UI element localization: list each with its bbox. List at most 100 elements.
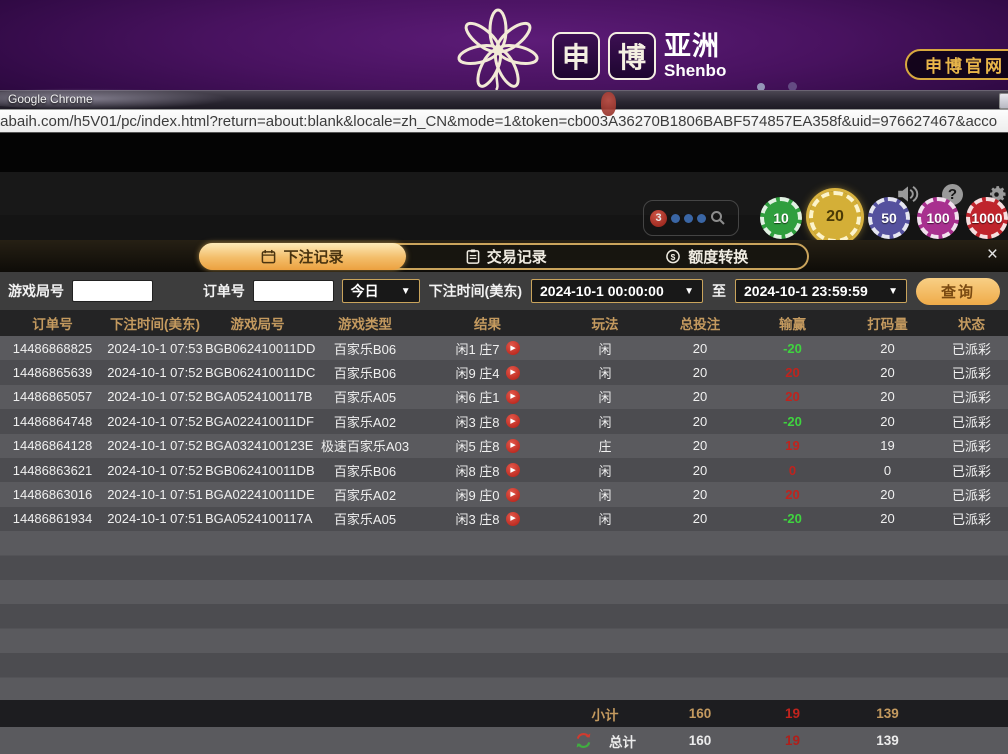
cell-valid-bet: 20 xyxy=(840,511,935,526)
start-time-dropdown[interactable]: 2024-10-1 00:00:00 ▼ xyxy=(531,279,703,303)
date-preset-dropdown[interactable]: 今日 ▼ xyxy=(342,279,420,303)
cell-total-bet: 20 xyxy=(655,341,745,356)
col-header-total-bet: 总投注 xyxy=(655,313,745,333)
cell-win-loss: -20 xyxy=(745,511,840,526)
tab-transaction-records[interactable]: 交易记录 xyxy=(406,245,607,268)
coin-icon: $ xyxy=(665,249,681,264)
search-button[interactable]: 查询 xyxy=(916,278,1000,305)
site-header: 申 博 亚洲 Shenbo 申博官网 xyxy=(0,0,1008,90)
close-icon[interactable]: × xyxy=(987,245,998,264)
cell-valid-bet: 20 xyxy=(840,414,935,429)
cell-result: 闲3 庄8▶ xyxy=(420,509,555,528)
replay-play-icon[interactable]: ▶ xyxy=(506,439,520,453)
cell-order-id: 14486863621 xyxy=(0,463,105,478)
url-text: tabaih.com/h5V01/pc/index.html?return=ab… xyxy=(0,113,997,130)
total-label: 总计 xyxy=(609,731,636,751)
replay-play-icon[interactable]: ▶ xyxy=(506,512,520,526)
total-valid-bet: 139 xyxy=(840,733,935,748)
tab-credit-transfer[interactable]: $ 额度转换 xyxy=(607,245,808,268)
table-row: 144868636212024-10-1 07:52BGB062410011DB… xyxy=(0,458,1008,482)
chevron-down-icon: ▼ xyxy=(401,286,411,297)
subtotal-win-loss: 19 xyxy=(745,706,840,721)
cell-bet-time: 2024-10-1 07:52 xyxy=(105,414,205,429)
cell-valid-bet: 19 xyxy=(840,438,935,453)
col-header-win-loss: 输赢 xyxy=(745,313,840,333)
col-header-play: 玩法 xyxy=(555,313,655,333)
table-row: 144868647482024-10-1 07:52BGA022410011DF… xyxy=(0,409,1008,433)
table-row: 144868688252024-10-1 07:53BGB062410011DD… xyxy=(0,336,1008,360)
logo-en-text: Shenbo xyxy=(664,62,726,79)
subtotal-total-bet: 160 xyxy=(655,706,745,721)
chevron-down-icon: ▼ xyxy=(684,286,694,297)
cell-order-id: 14486863016 xyxy=(0,487,105,502)
order-no-input[interactable] xyxy=(253,280,334,302)
table-row: 144868641282024-10-1 07:52BGA0324100123E… xyxy=(0,434,1008,458)
table-header-row: 订单号 下注时间(美东) 游戏局号 游戏类型 结果 玩法 总投注 输赢 打码量 … xyxy=(0,310,1008,336)
replay-play-icon[interactable]: ▶ xyxy=(506,463,520,477)
tab-bet-records[interactable]: 下注记录 xyxy=(199,243,406,270)
notice-widget[interactable]: 3 xyxy=(643,200,739,236)
cell-play: 闲 xyxy=(555,485,655,504)
start-time-value: 2024-10-1 00:00:00 xyxy=(540,283,664,299)
cell-bet-time: 2024-10-1 07:52 xyxy=(105,365,205,380)
cell-order-id: 14486864748 xyxy=(0,414,105,429)
cell-win-loss: -20 xyxy=(745,341,840,356)
cell-game-type: 百家乐A05 xyxy=(310,509,420,528)
cell-valid-bet: 0 xyxy=(840,463,935,478)
window-control-button[interactable] xyxy=(999,93,1008,109)
col-header-game-type: 游戏类型 xyxy=(310,313,420,333)
cell-bet-time: 2024-10-1 07:51 xyxy=(105,511,205,526)
cell-bet-time: 2024-10-1 07:52 xyxy=(105,463,205,478)
bet-chip-100[interactable]: 100 xyxy=(917,197,959,239)
table-body: 144868688252024-10-1 07:53BGB062410011DD… xyxy=(0,336,1008,531)
replay-play-icon[interactable]: ▶ xyxy=(506,341,520,355)
game-round-label: 游戏局号 xyxy=(8,281,64,301)
cell-win-loss: 20 xyxy=(745,365,840,380)
tab-group: 下注记录 交易记录 $ 额度转换 xyxy=(199,243,809,270)
bet-chip-1000[interactable]: 1000 xyxy=(966,197,1008,239)
replay-play-icon[interactable]: ▶ xyxy=(506,390,520,404)
cell-win-loss: 19 xyxy=(745,438,840,453)
replay-play-icon[interactable]: ▶ xyxy=(506,414,520,428)
cell-valid-bet: 20 xyxy=(840,487,935,502)
bet-chip-20[interactable]: 20 xyxy=(809,191,861,243)
refresh-icon[interactable] xyxy=(574,731,593,750)
cell-win-loss: 20 xyxy=(745,389,840,404)
replay-play-icon[interactable]: ▶ xyxy=(506,488,520,502)
browser-window-title: Google Chrome xyxy=(8,92,93,106)
cell-status: 已派彩 xyxy=(935,461,1008,480)
bet-chip-50[interactable]: 50 xyxy=(868,197,910,239)
subtotal-row: 小计 160 19 139 xyxy=(0,700,1008,727)
cell-status: 已派彩 xyxy=(935,485,1008,504)
cell-bet-time: 2024-10-1 07:52 xyxy=(105,389,205,404)
magnifier-icon[interactable] xyxy=(710,210,726,226)
replay-play-icon[interactable]: ▶ xyxy=(506,366,520,380)
cell-play: 闲 xyxy=(555,461,655,480)
bet-chip-10[interactable]: 10 xyxy=(760,197,802,239)
cell-order-id: 14486865057 xyxy=(0,389,105,404)
cell-game-type: 百家乐A02 xyxy=(310,412,420,431)
browser-url-bar[interactable]: tabaih.com/h5V01/pc/index.html?return=ab… xyxy=(0,109,1008,133)
cell-win-loss: 20 xyxy=(745,487,840,502)
cell-total-bet: 20 xyxy=(655,365,745,380)
clipboard-icon xyxy=(466,249,480,264)
records-modal: 下注记录 交易记录 $ 额度转换 × 游戏局号 xyxy=(0,240,1008,754)
cell-result: 闲9 庄4▶ xyxy=(420,363,555,382)
chip-rack: 1020501001000 xyxy=(760,197,1008,243)
cell-result: 闲6 庄1▶ xyxy=(420,387,555,406)
cell-game-type: 百家乐B06 xyxy=(310,339,420,358)
cell-order-id: 14486865639 xyxy=(0,365,105,380)
cell-round-id: BGB062410011DB xyxy=(205,463,310,478)
end-time-dropdown[interactable]: 2024-10-1 23:59:59 ▼ xyxy=(735,279,907,303)
cell-result: 闲1 庄7▶ xyxy=(420,339,555,358)
cell-game-type: 百家乐B06 xyxy=(310,461,420,480)
flower-logo-icon xyxy=(452,6,544,90)
game-round-input[interactable] xyxy=(72,280,153,302)
cell-round-id: BGA0324100123E xyxy=(205,438,310,453)
official-site-button[interactable]: 申博官网 xyxy=(905,49,1008,80)
cell-round-id: BGB062410011DD xyxy=(205,341,310,356)
cell-game-type: 百家乐A05 xyxy=(310,387,420,406)
col-header-valid-bet: 打码量 xyxy=(840,313,935,333)
cell-bet-time: 2024-10-1 07:52 xyxy=(105,438,205,453)
tab-label: 额度转换 xyxy=(688,246,748,267)
